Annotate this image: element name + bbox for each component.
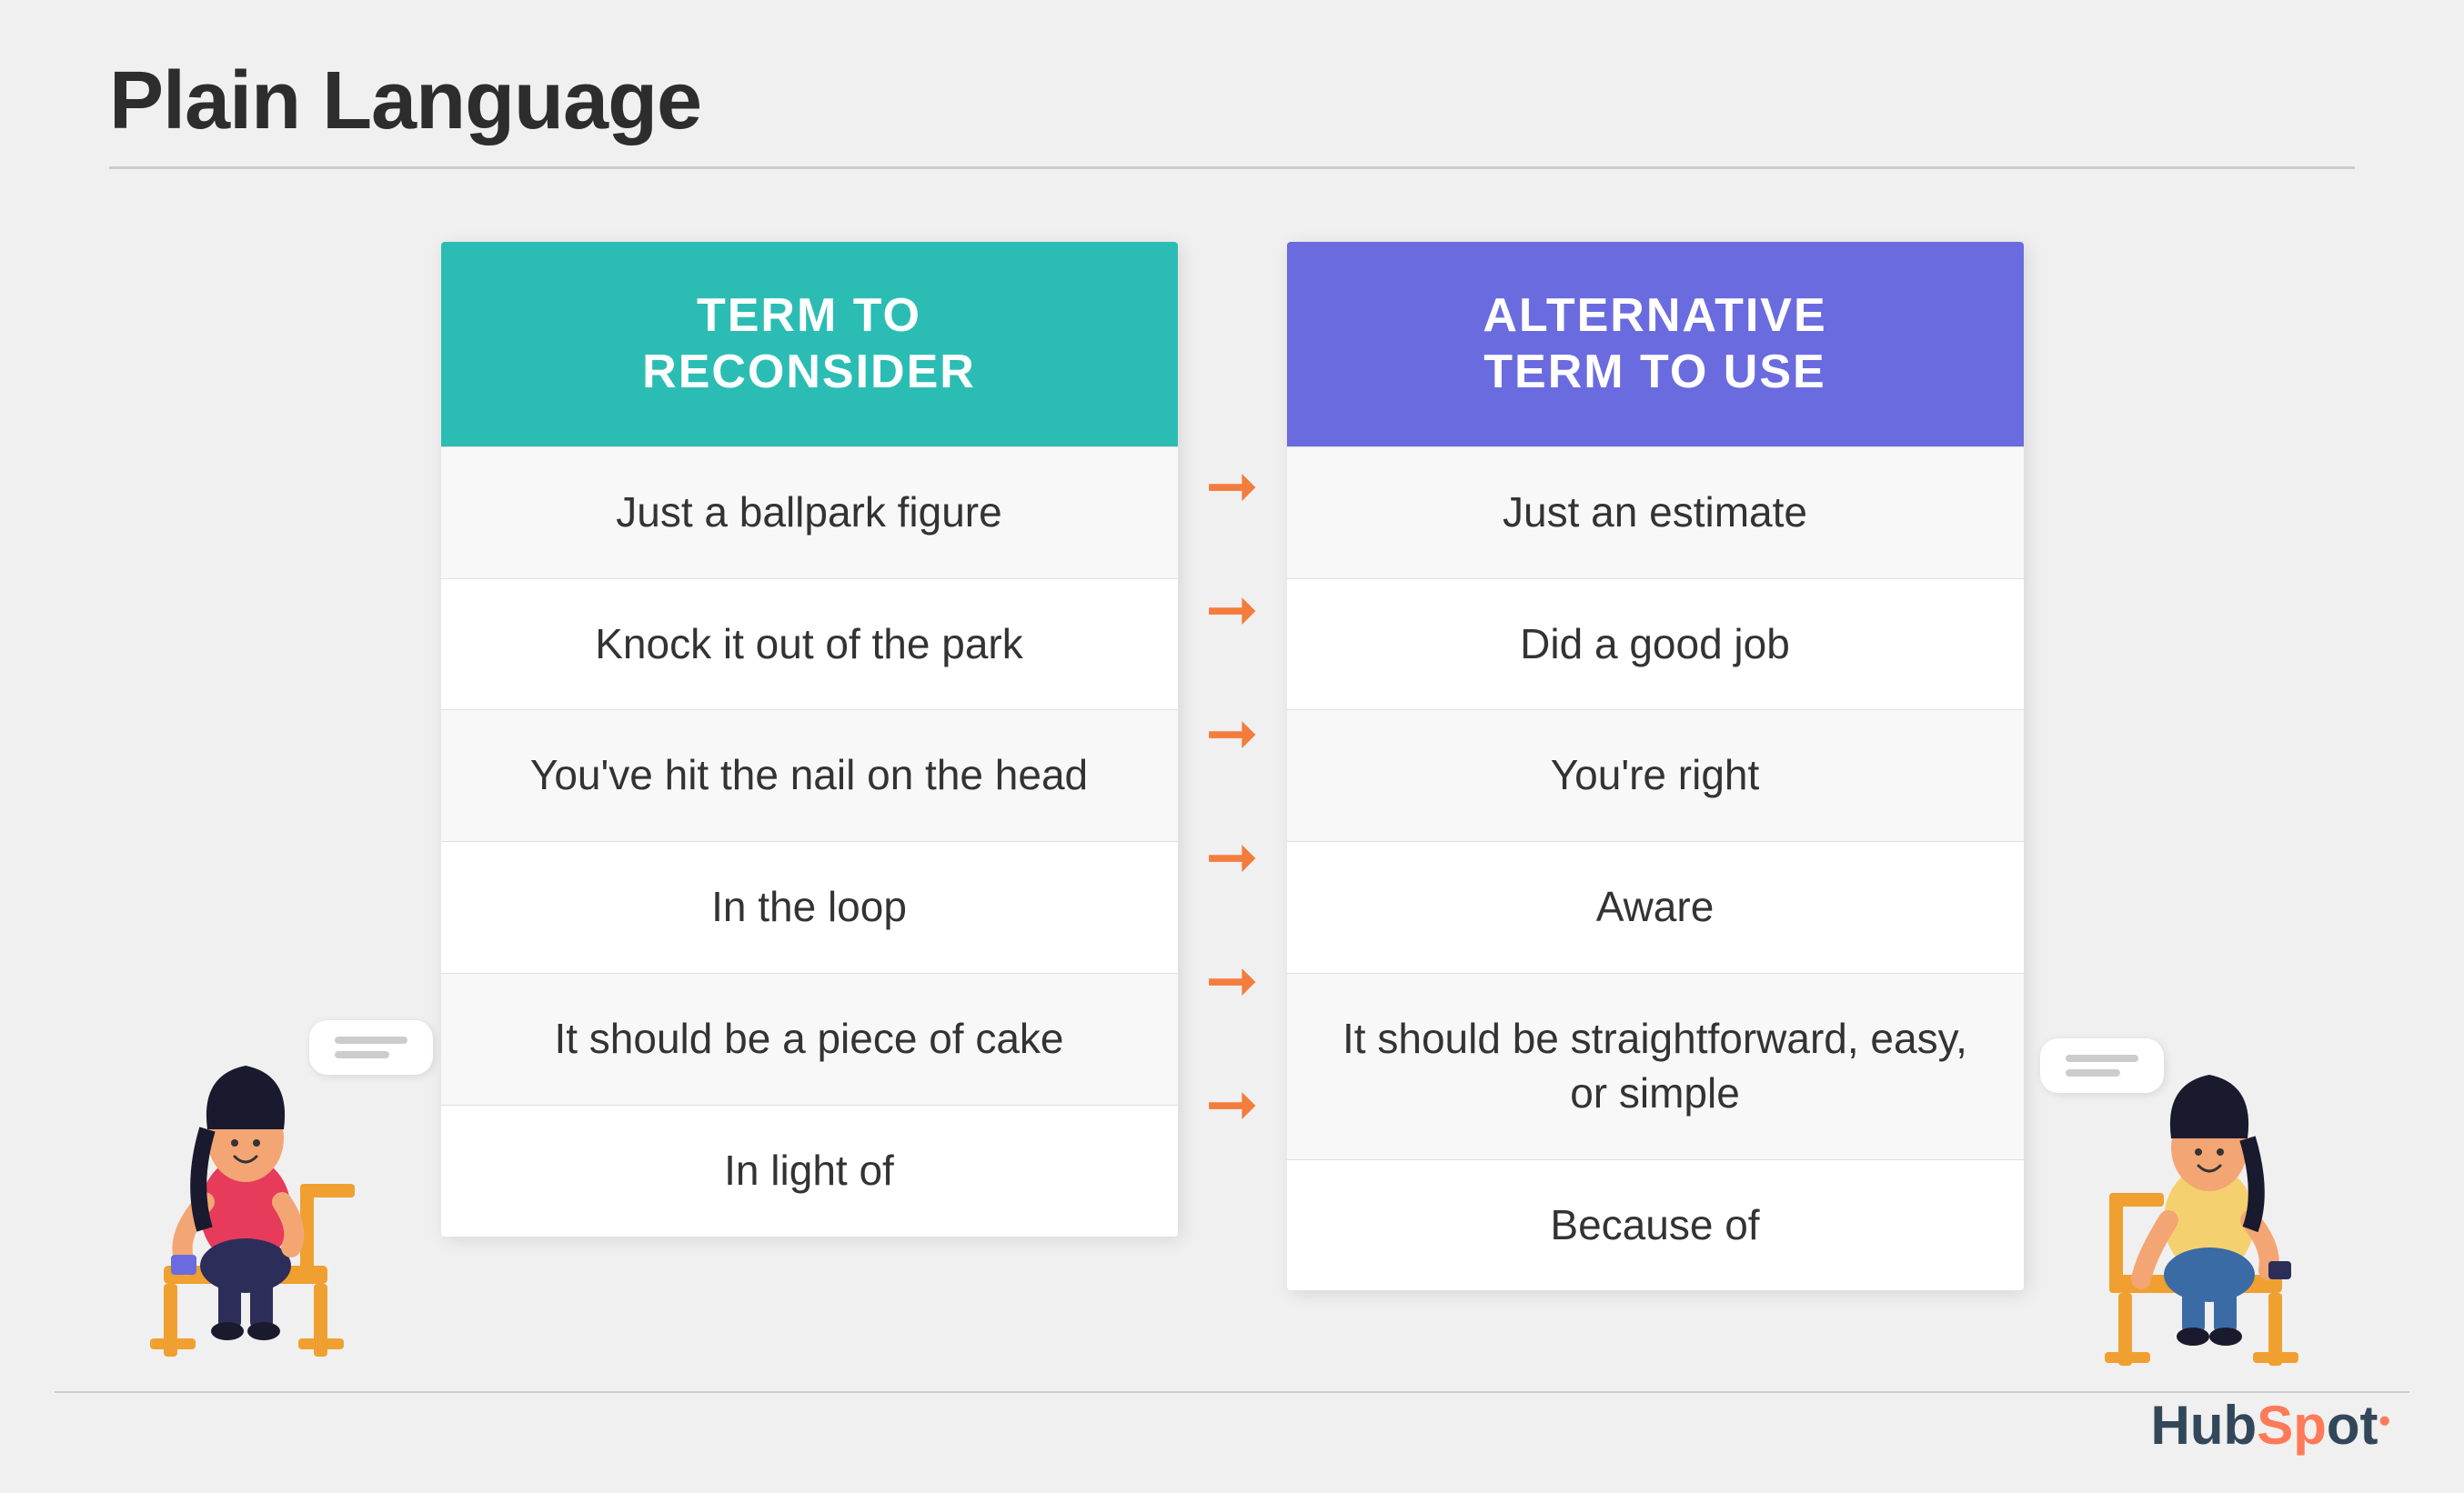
bottom-divider [55,1391,2409,1393]
table-row: In the loop [441,841,1178,973]
hubspot-text-orange: Sp [2257,1395,2327,1456]
table-row: It should be a piece of cake [441,973,1178,1105]
hubspot-text-dark2: ot [2327,1395,2379,1456]
arrow-cell-2: ➞ [1178,547,1287,671]
table-row: In light of [441,1105,1178,1237]
arrow-cell-4: ➞ [1178,795,1287,918]
arrow-icon: ➞ [1205,825,1259,888]
bubble-lines-left [335,1037,407,1058]
table-row: Because of [1287,1159,2024,1291]
table-row: You've hit the nail on the head [441,709,1178,841]
table-row: Knock it out of the park [441,578,1178,710]
arrow-icon: ➞ [1205,577,1259,641]
table-row: Aware [1287,841,2024,973]
table-row: Just a ballpark figure [441,446,1178,578]
hubspot-logo: HubSpot● [2151,1394,2391,1457]
page-title: Plain Language [109,55,2355,148]
arrow-cell-5: ➞ [1178,918,1287,1042]
arrow-icon: ➞ [1205,948,1259,1012]
title-section: Plain Language [109,55,2355,224]
title-divider [109,166,2355,169]
bubble-line [335,1037,407,1044]
arrow-cell-6: ➞ [1178,1042,1287,1166]
table-row: You're right [1287,709,2024,841]
bubble-line [335,1051,389,1058]
arrow-cell-3: ➞ [1178,671,1287,795]
arrow-icon: ➞ [1205,454,1259,517]
arrow-cell-1: ➞ [1178,424,1287,547]
hubspot-text-dark: Hub [2151,1395,2258,1456]
right-table-header: ALTERNATIVETERM TO USE [1287,242,2024,446]
arrow-icon: ➞ [1205,1072,1259,1136]
table-row: Did a good job [1287,578,2024,710]
figure-right [2091,1038,2328,1384]
left-table: TERM TORECONSIDER Just a ballpark figure… [441,242,1178,1237]
arrows-column: ➞ ➞ ➞ ➞ ➞ ➞ [1178,242,1287,1166]
page: Plain Language [0,0,2464,1493]
table-row: It should be straightforward, easy, or s… [1287,973,2024,1159]
speech-bubble-left [309,1020,433,1075]
arrow-icon: ➞ [1205,701,1259,765]
left-table-header: TERM TORECONSIDER [441,242,1178,446]
right-table: ALTERNATIVETERM TO USE Just an estimate … [1287,242,2024,1290]
hubspot-dot: ● [2379,1408,2392,1433]
main-content: TERM TORECONSIDER Just a ballpark figure… [109,242,2355,1457]
tables-wrapper: TERM TORECONSIDER Just a ballpark figure… [186,242,2278,1290]
table-row: Just an estimate [1287,446,2024,578]
